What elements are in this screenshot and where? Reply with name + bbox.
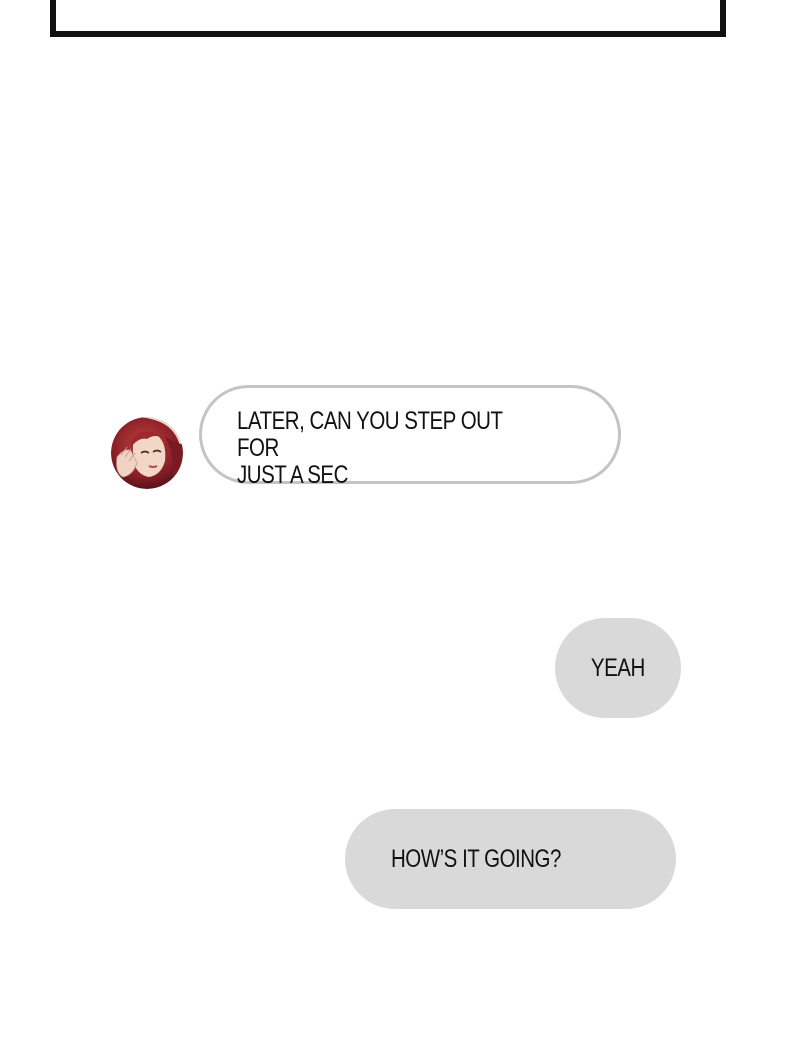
contact-avatar[interactable] xyxy=(111,417,183,489)
message-text: LATER, CAN YOU STEP OUT FOR JUST A SEC xyxy=(237,407,503,489)
message-text: HOW’S IT GOING? xyxy=(391,844,561,873)
panel-frame-bottom-edge xyxy=(50,0,726,37)
outgoing-message-bubble[interactable]: YEAH xyxy=(555,618,681,718)
incoming-message-bubble[interactable]: LATER, CAN YOU STEP OUT FOR JUST A SEC xyxy=(199,385,621,489)
avatar-portrait-icon xyxy=(111,417,183,489)
message-text: YEAH xyxy=(591,653,645,682)
outgoing-message-bubble[interactable]: HOW’S IT GOING? xyxy=(345,809,676,909)
